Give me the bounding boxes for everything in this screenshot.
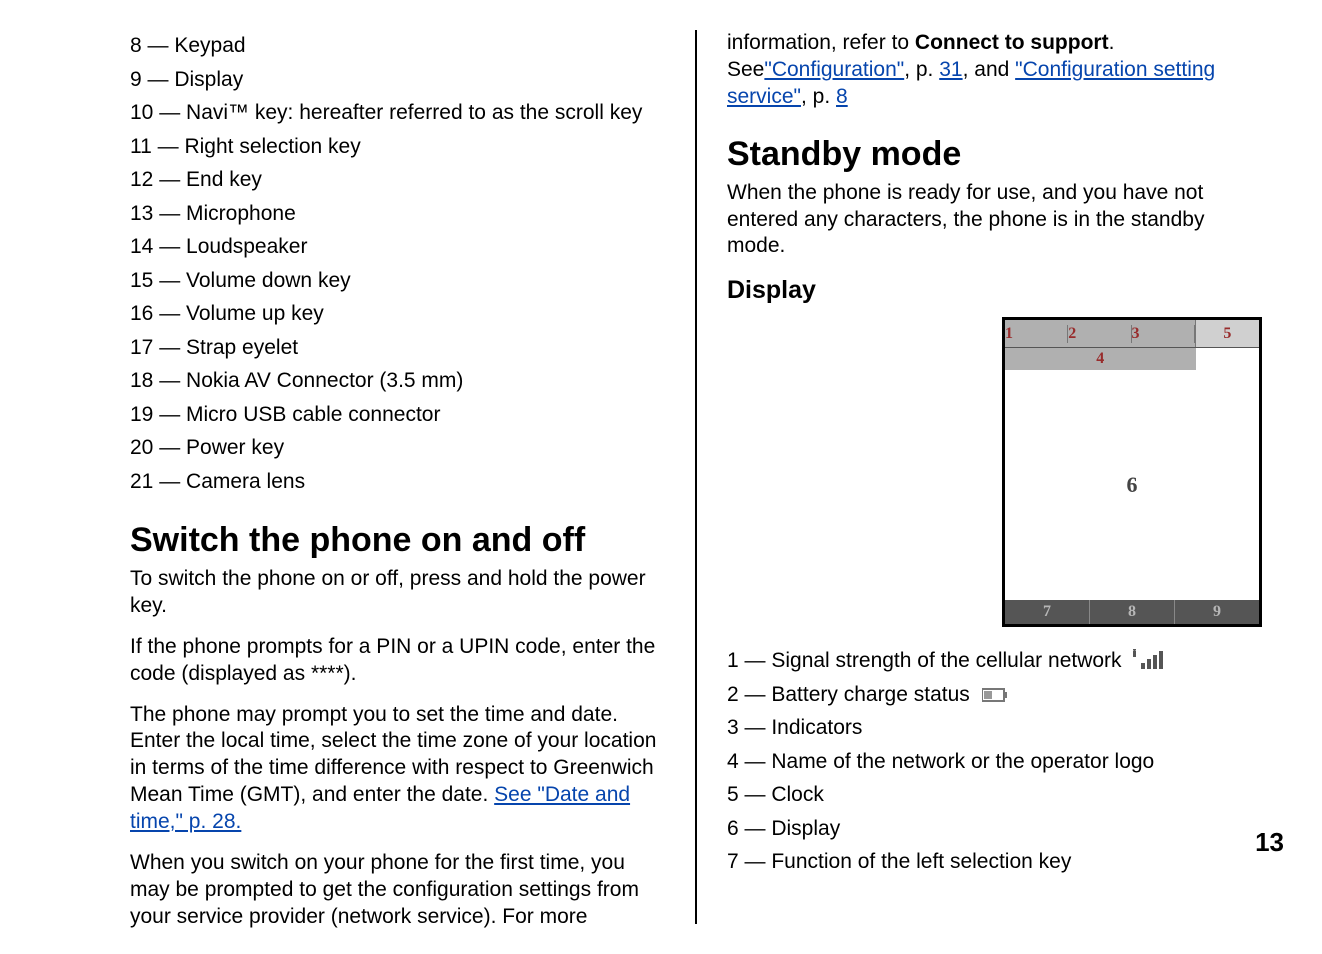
heading-standby-mode: Standby mode bbox=[727, 135, 1262, 174]
key-item: 18 — Nokia AV Connector (3.5 mm) bbox=[130, 365, 665, 397]
page-number: 13 bbox=[1255, 827, 1284, 858]
display-item-text: 1 — Signal strength of the cellular netw… bbox=[727, 649, 1127, 672]
paragraph-continuation: information, refer to Connect to support… bbox=[727, 30, 1262, 111]
callout-8: 8 bbox=[1090, 600, 1175, 624]
callout-3: 3 bbox=[1132, 325, 1195, 343]
display-item: 3 — Indicators bbox=[727, 712, 1262, 744]
display-figure: 1 2 3 5 4 6 7 8 9 bbox=[1002, 317, 1262, 627]
callout-6: 6 bbox=[1005, 370, 1259, 600]
callout-1: 1 bbox=[1005, 325, 1068, 343]
paragraph: When you switch on your phone for the fi… bbox=[130, 850, 665, 931]
key-item: 21 — Camera lens bbox=[130, 466, 665, 498]
status-bar-top: 1 2 3 5 bbox=[1005, 320, 1259, 348]
text-fragment: , p. bbox=[904, 58, 939, 81]
text-fragment: , p. bbox=[801, 85, 836, 108]
paragraph: The phone may prompt you to set the time… bbox=[130, 702, 665, 836]
display-item: 7 — Function of the left selection key bbox=[727, 846, 1262, 878]
key-item: 10 — Navi™ key: hereafter referred to as… bbox=[130, 97, 665, 129]
page-content: 8 — Keypad 9 — Display 10 — Navi™ key: h… bbox=[0, 0, 1322, 954]
left-column: 8 — Keypad 9 — Display 10 — Navi™ key: h… bbox=[110, 30, 697, 924]
key-item: 19 — Micro USB cable connector bbox=[130, 399, 665, 431]
signal-strength-icon bbox=[1133, 649, 1169, 669]
softkey-bar: 7 8 9 bbox=[1005, 600, 1259, 624]
paragraph: When the phone is ready for use, and you… bbox=[727, 180, 1262, 261]
text-bold: Connect to support bbox=[915, 31, 1109, 54]
link-configuration[interactable]: "Configuration" bbox=[764, 58, 904, 81]
key-item: 11 — Right selection key bbox=[130, 131, 665, 163]
callout-4: 4 bbox=[1005, 348, 1196, 370]
key-item: 9 — Display bbox=[130, 64, 665, 96]
key-item: 13 — Microphone bbox=[130, 198, 665, 230]
display-item: 1 — Signal strength of the cellular netw… bbox=[727, 645, 1262, 677]
display-item: 2 — Battery charge status bbox=[727, 679, 1262, 711]
key-item: 12 — End key bbox=[130, 164, 665, 196]
paragraph: If the phone prompts for a PIN or a UPIN… bbox=[130, 634, 665, 688]
paragraph: To switch the phone on or off, press and… bbox=[130, 566, 665, 620]
link-page-31[interactable]: 31 bbox=[939, 58, 962, 81]
display-item: 5 — Clock bbox=[727, 779, 1262, 811]
text-fragment: information, refer to bbox=[727, 31, 915, 54]
text-fragment: , and bbox=[963, 58, 1016, 81]
key-item: 20 — Power key bbox=[130, 432, 665, 464]
display-item: 4 — Name of the network or the operator … bbox=[727, 746, 1262, 778]
callout-2: 2 bbox=[1068, 325, 1131, 343]
right-column: information, refer to Connect to support… bbox=[697, 30, 1282, 924]
heading-display: Display bbox=[727, 276, 1262, 305]
key-item: 8 — Keypad bbox=[130, 30, 665, 62]
display-item: 6 — Display bbox=[727, 813, 1262, 845]
key-item: 17 — Strap eyelet bbox=[130, 332, 665, 364]
heading-switch-phone: Switch the phone on and off bbox=[130, 521, 665, 560]
callout-7: 7 bbox=[1005, 600, 1090, 624]
link-page-8[interactable]: 8 bbox=[836, 85, 848, 108]
battery-icon bbox=[982, 687, 1010, 703]
display-item-text: 2 — Battery charge status bbox=[727, 683, 976, 706]
key-item: 16 — Volume up key bbox=[130, 298, 665, 330]
callout-5: 5 bbox=[1195, 320, 1259, 347]
phone-screen-outline: 1 2 3 5 4 6 7 8 9 bbox=[1002, 317, 1262, 627]
key-item: 14 — Loudspeaker bbox=[130, 231, 665, 263]
key-item: 15 — Volume down key bbox=[130, 265, 665, 297]
callout-9: 9 bbox=[1175, 600, 1259, 624]
